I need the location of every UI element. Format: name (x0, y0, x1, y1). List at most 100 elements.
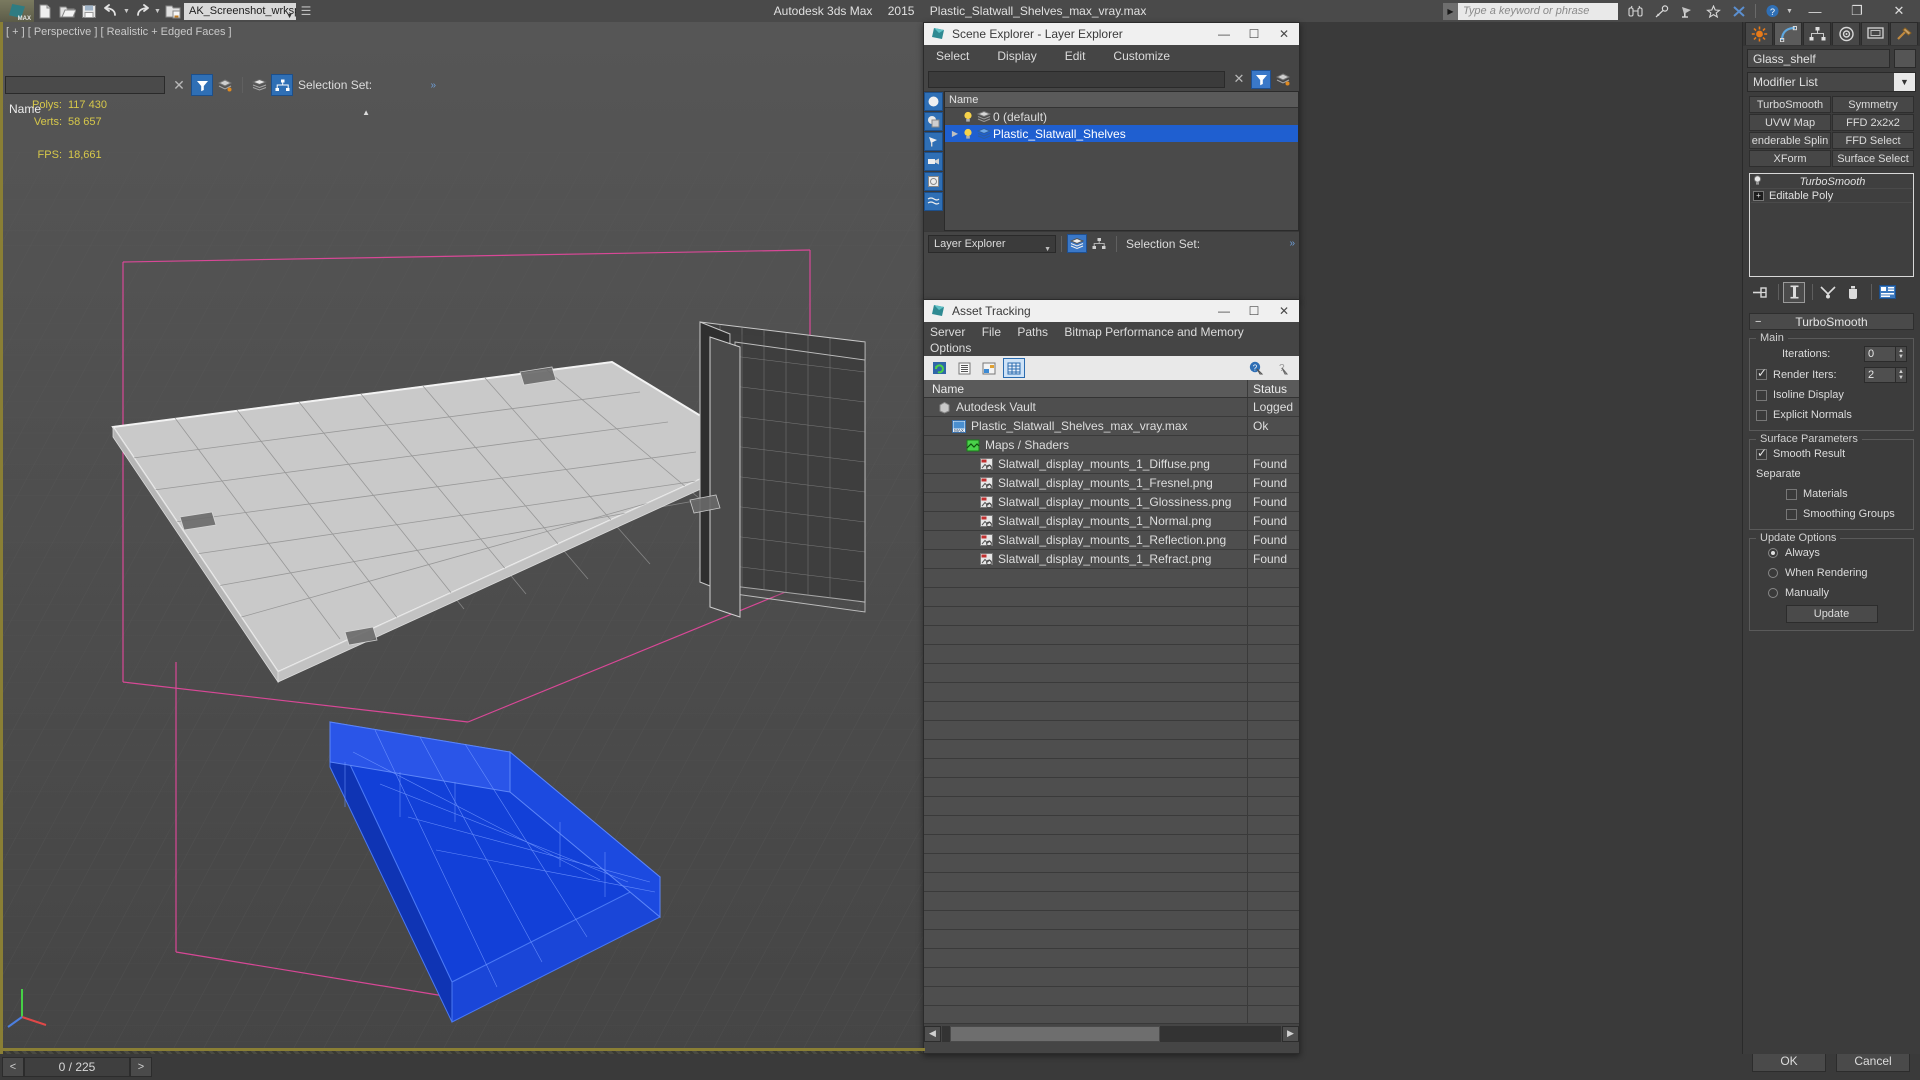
scene-explorer-maximize[interactable]: ☐ (1239, 23, 1269, 45)
scene-explorer-window[interactable]: Scene Explorer - Layer Explorer — ☐ ✕ Se… (923, 22, 1300, 302)
pin-stack-icon[interactable] (1749, 282, 1771, 303)
max-logo-icon[interactable]: MAX (0, 0, 34, 22)
scene-explorer-layer-list[interactable]: Name 0 (default) ▶ Plastic_Slatwall_Shel… (944, 91, 1299, 231)
layer-mode-icon[interactable] (248, 74, 270, 96)
help-icon[interactable]: ? (1759, 0, 1785, 22)
menu-paths[interactable]: Paths (1017, 325, 1048, 339)
chevron-down-icon[interactable]: ▼ (1894, 73, 1915, 91)
filter-geometry-icon[interactable] (924, 92, 943, 111)
object-color-swatch[interactable] (1894, 49, 1916, 68)
asset-table-row[interactable]: Slatwall_display_mounts_1_Diffuse.png Fou… (924, 455, 1299, 474)
explicit-normals-checkbox[interactable] (1756, 409, 1767, 421)
object-name-field[interactable]: Glass_shelf (1747, 49, 1890, 68)
viewport-label[interactable]: [ + ] [ Perspective ] [ Realistic + Edge… (6, 26, 232, 38)
hierarchy-mode-icon[interactable] (1089, 234, 1109, 253)
column-status[interactable]: Status (1247, 380, 1299, 397)
key-icon[interactable] (1648, 0, 1674, 22)
modifier-button-xform[interactable]: XForm (1749, 150, 1831, 167)
filter-toggle-icon[interactable] (191, 74, 213, 96)
modifier-button-ffd-2x2x2[interactable]: FFD 2x2x2 (1832, 114, 1914, 131)
sort-ascending-icon[interactable]: ▲ (362, 104, 370, 122)
modifier-button-ffd-select[interactable]: FFD Select (1832, 132, 1914, 149)
perspective-viewport[interactable]: [ + ] [ Perspective ] [ Realistic + Edge… (0, 22, 925, 1054)
asset-table-row[interactable]: MAX Plastic_Slatwall_Shelves_max_vray.max… (924, 417, 1299, 436)
explicit-normals-row[interactable]: Explicit Normals (1756, 407, 1907, 423)
modifier-button-surface-select[interactable]: Surface Select (1832, 150, 1914, 167)
iterations-value[interactable]: 0 (1864, 345, 1896, 362)
collapse-icon[interactable]: − (1755, 316, 1761, 328)
materials-checkbox[interactable] (1786, 488, 1797, 500)
lightbulb-icon[interactable] (961, 111, 975, 123)
create-tab[interactable] (1745, 22, 1773, 45)
column-name[interactable]: Name ▲ (5, 100, 374, 117)
overflow-chevron-icon[interactable]: » (430, 80, 436, 91)
modifier-list-dropdown[interactable]: Modifier List ▼ (1747, 72, 1916, 92)
menu-select[interactable]: Select (936, 49, 969, 63)
binoculars-icon[interactable] (1622, 0, 1648, 22)
open-file-icon[interactable] (56, 1, 78, 21)
manually-row[interactable]: Manually (1768, 585, 1907, 601)
frame-counter[interactable]: 0 / 225 (24, 1057, 130, 1077)
motion-tab[interactable] (1832, 22, 1860, 45)
iterations-spinner[interactable]: 0 ▲ ▼ (1864, 345, 1907, 362)
exchange-icon[interactable] (1726, 0, 1752, 22)
refresh-icon[interactable] (928, 358, 950, 378)
scroll-thumb[interactable] (950, 1025, 1160, 1042)
turbosmooth-rollout-header[interactable]: − TurboSmooth (1749, 313, 1914, 330)
filter-spacewarps-icon[interactable] (924, 192, 943, 211)
filter-shapes-icon[interactable] (924, 112, 943, 131)
always-radio[interactable] (1768, 548, 1778, 558)
smoothing-groups-checkbox[interactable] (1786, 508, 1797, 520)
help-pointer-icon[interactable]: ? (1245, 358, 1267, 378)
command-panel[interactable]: Glass_shelf Modifier List ▼ TurboSmooth S… (1742, 22, 1920, 1054)
menu-options[interactable]: Options (930, 341, 971, 355)
expand-arrow[interactable]: ▶ (949, 129, 961, 138)
filter-cameras-icon[interactable] (924, 152, 943, 171)
search-dropdown-icon[interactable]: ▶ (1443, 2, 1458, 20)
modify-tab[interactable] (1774, 22, 1802, 45)
menu-server[interactable]: Server (930, 325, 965, 339)
table-view-icon[interactable] (1003, 358, 1025, 378)
layer-filter-icon[interactable] (1273, 70, 1293, 89)
scroll-right-button[interactable]: ▶ (1282, 1025, 1299, 1042)
render-iters-spinner[interactable]: 2 ▲ ▼ (1864, 366, 1907, 383)
overflow-chevron-icon[interactable]: » (1289, 238, 1295, 249)
scene-explorer-minimize[interactable]: — (1209, 23, 1239, 45)
scroll-track[interactable] (942, 1025, 1281, 1042)
previous-frame-button[interactable]: < (2, 1057, 24, 1077)
update-button[interactable]: Update (1785, 605, 1878, 623)
configure-sets-icon[interactable] (1876, 282, 1898, 303)
smooth-result-checkbox[interactable] (1756, 446, 1767, 460)
search-input[interactable]: Type a keyword or phrase (1458, 2, 1618, 20)
asset-tracking-table[interactable]: Name Status Autodesk Vault Logged MAX Plast… (924, 380, 1299, 1023)
modifier-button-enderable-splin[interactable]: enderable Splin (1749, 132, 1831, 149)
menu-display[interactable]: Display (997, 49, 1036, 63)
menu-file[interactable]: File (982, 325, 1001, 339)
spinner-arrows-icon[interactable]: ▲ ▼ (1896, 366, 1907, 383)
asset-tracking-window[interactable]: Asset Tracking — ☐ ✕ Server File Paths B… (923, 299, 1300, 1054)
restore-button[interactable]: ❐ (1836, 0, 1878, 22)
scene-explorer-close[interactable]: ✕ (1269, 23, 1299, 45)
filter-lights-icon[interactable] (924, 132, 943, 151)
asset-tracking-maximize[interactable]: ☐ (1239, 300, 1269, 322)
modifier-button-turbosmooth[interactable]: TurboSmooth (1749, 96, 1831, 113)
asset-table-row[interactable]: Slatwall_display_mounts_1_Glossiness.png… (924, 493, 1299, 512)
satellite-dish-icon[interactable] (1674, 0, 1700, 22)
undo-dropdown-icon[interactable]: ▼ (122, 1, 131, 21)
minimize-button[interactable]: — (1794, 0, 1836, 22)
isoline-display-row[interactable]: Isoline Display (1756, 387, 1907, 403)
paths-view-icon[interactable] (978, 358, 1000, 378)
filter-helpers-icon[interactable] (924, 172, 943, 191)
asset-table-row[interactable]: Slatwall_display_mounts_1_Fresnel.png Fou… (924, 474, 1299, 493)
when-rendering-row[interactable]: When Rendering (1768, 565, 1907, 581)
lightbulb-icon[interactable] (961, 128, 975, 140)
scene-explorer-search-input[interactable] (928, 70, 1225, 88)
always-row[interactable]: Always (1768, 545, 1907, 561)
menu-edit[interactable]: Edit (1065, 49, 1086, 63)
remove-modifier-icon[interactable] (1842, 282, 1864, 303)
chevron-down-icon[interactable]: ▼ (1044, 241, 1051, 258)
asset-table-row[interactable]: Slatwall_display_mounts_1_Reflection.png… (924, 531, 1299, 550)
layer-row-plastic-slatwall-shelves[interactable]: ▶ Plastic_Slatwall_Shelves (945, 125, 1298, 142)
modifier-button-symmetry[interactable]: Symmetry (1832, 96, 1914, 113)
smooth-result-row[interactable]: Smooth Result (1756, 446, 1907, 462)
